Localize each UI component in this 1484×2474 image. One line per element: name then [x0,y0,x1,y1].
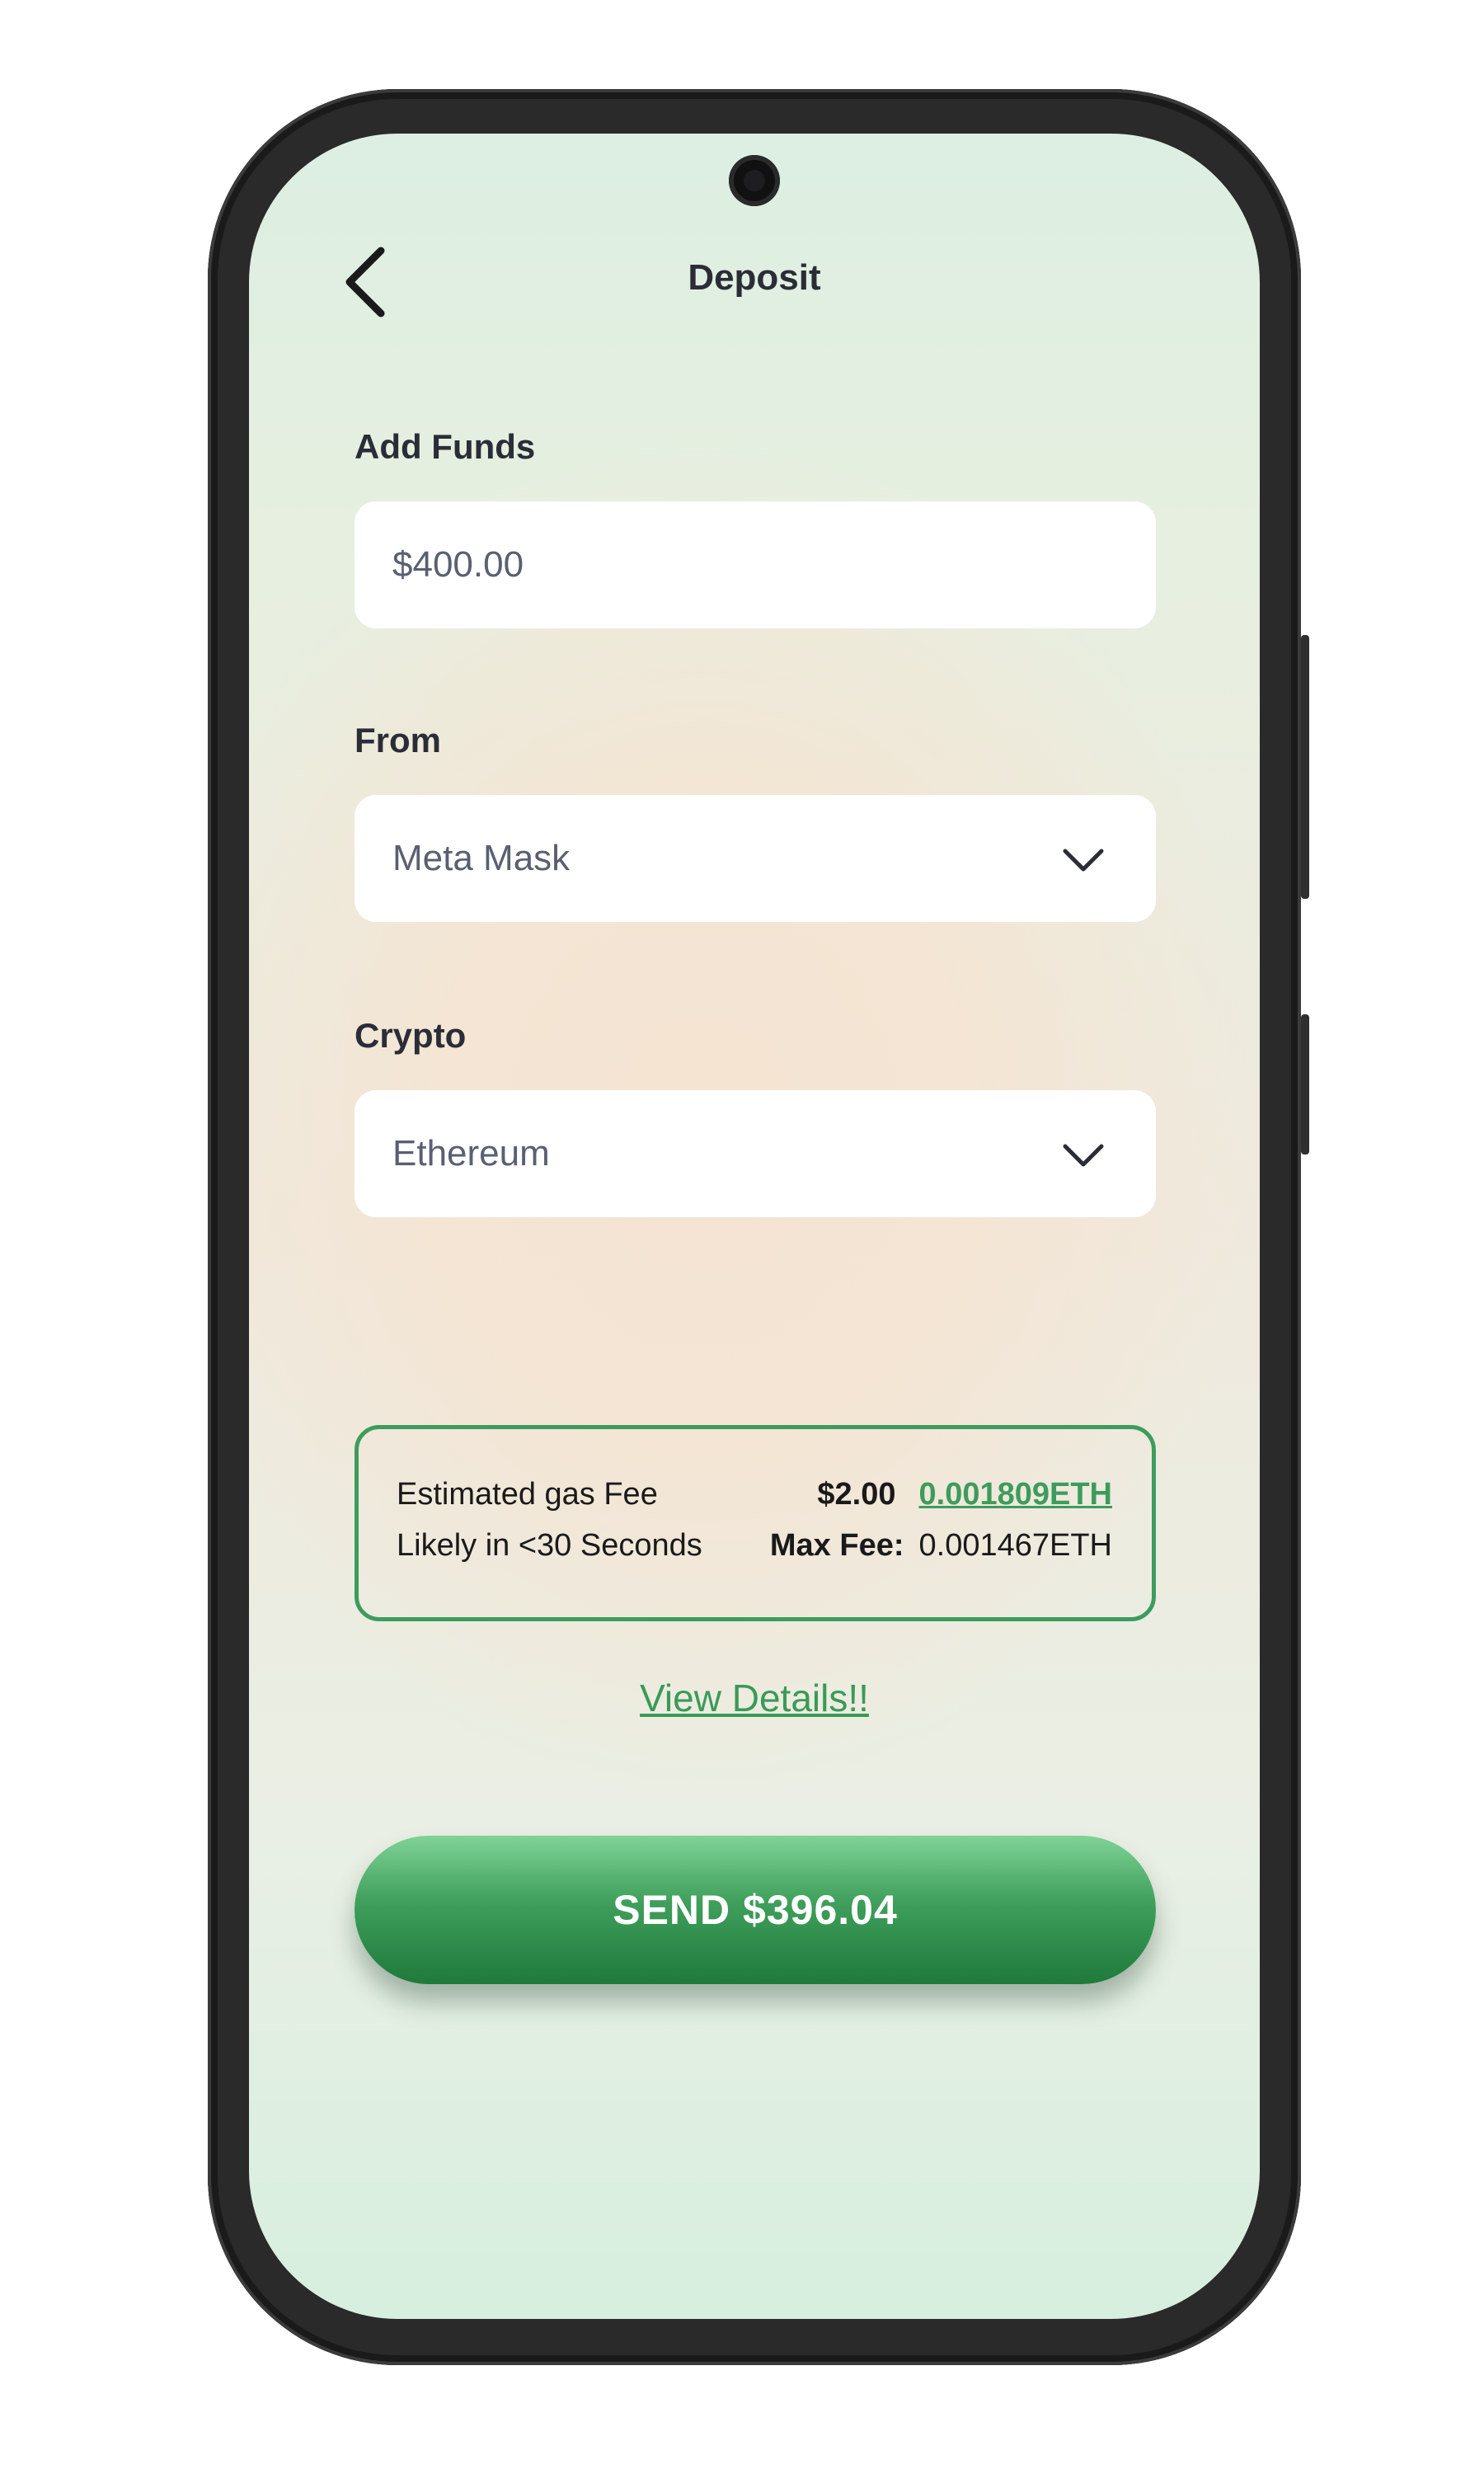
usd-fee: $2.00 [817,1477,896,1512]
chevron-down-icon [1063,849,1104,872]
front-camera [729,155,780,206]
max-fee-row: Max Fee: 0.001467ETH [770,1528,1112,1564]
gas-fee-card: Estimated gas Fee Likely in <30 Seconds … [355,1425,1156,1621]
eth-fee-link[interactable]: 0.001809ETH [919,1477,1113,1512]
chevron-down-icon [1063,1144,1104,1167]
estimated-gas-fee-label: Estimated gas Fee [397,1477,658,1512]
from-value: Meta Mask [392,838,571,878]
max-fee-label: Max Fee: [769,1528,904,1563]
phone-volume-button [1301,1014,1309,1155]
time-estimate-label: Likely in <30 Seconds [397,1528,702,1563]
add-funds-label: Add Funds [355,427,536,466]
crypto-label: Crypto [355,1016,467,1055]
max-fee-value: 0.001467ETH [918,1528,1113,1563]
crypto-select[interactable]: Ethereum [355,1090,1156,1217]
send-button[interactable]: SEND $396.04 [355,1836,1156,1984]
amount-input[interactable]: $400.00 [355,501,1156,628]
from-select[interactable]: Meta Mask [355,795,1156,922]
from-label: From [355,721,441,760]
page-title: Deposit [688,257,821,298]
view-details-link[interactable]: View Details!! [249,1676,1260,1720]
app-screen: Deposit Add Funds $400.00 From Meta Mask… [249,134,1260,2319]
phone-power-button [1301,635,1309,899]
fee-amounts: $2.00 0.001809ETH [817,1477,1112,1512]
crypto-value: Ethereum [392,1133,550,1174]
amount-value: $400.00 [392,544,524,585]
